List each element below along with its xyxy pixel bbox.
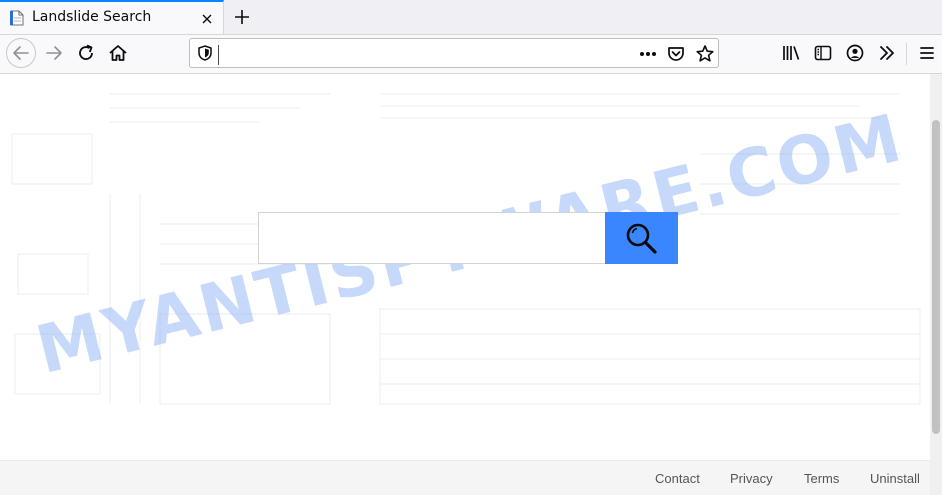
home-icon[interactable] [106, 41, 130, 65]
background-pattern [11, 93, 921, 405]
chevrons-icon[interactable] [875, 41, 899, 65]
scrollbar-thumb[interactable] [932, 120, 940, 434]
footer-link-uninstall[interactable]: Uninstall [870, 471, 920, 486]
page-content: MYANTISPYWARE.COM Contact Privacy Terms … [0, 74, 942, 495]
shield-icon[interactable] [194, 42, 218, 66]
url-input[interactable] [220, 43, 624, 65]
footer-link-privacy[interactable]: Privacy [730, 471, 773, 486]
library-icon[interactable] [779, 41, 803, 65]
tab-title: Landslide Search [32, 9, 152, 25]
plus-icon[interactable] [230, 5, 254, 29]
footer: Contact Privacy Terms Uninstall [0, 460, 942, 495]
toolbar-divider [906, 43, 907, 65]
more-dots-icon[interactable] [636, 42, 660, 66]
url-bar[interactable] [189, 38, 719, 68]
search-button[interactable] [605, 212, 678, 264]
close-icon[interactable] [200, 11, 214, 25]
sidebar-icon[interactable] [811, 41, 835, 65]
footer-link-contact[interactable]: Contact [655, 471, 700, 486]
page-icon [10, 10, 24, 26]
url-separator [218, 45, 219, 65]
tab-strip: Landslide Search [0, 0, 942, 35]
back-button[interactable] [6, 38, 36, 68]
pocket-icon[interactable] [664, 42, 688, 66]
search-input[interactable] [258, 212, 606, 264]
hamburger-icon[interactable] [915, 41, 939, 65]
star-icon[interactable] [693, 42, 717, 66]
tab-landslide-search[interactable]: Landslide Search [0, 0, 224, 34]
footer-link-terms[interactable]: Terms [804, 471, 839, 486]
back-arrow-icon [13, 46, 29, 60]
navigation-toolbar [0, 35, 942, 74]
reload-icon[interactable] [74, 41, 98, 65]
magnifier-icon [626, 223, 657, 254]
account-icon[interactable] [843, 41, 867, 65]
forward-arrow-icon[interactable] [42, 41, 66, 65]
scrollbar[interactable] [930, 74, 942, 495]
